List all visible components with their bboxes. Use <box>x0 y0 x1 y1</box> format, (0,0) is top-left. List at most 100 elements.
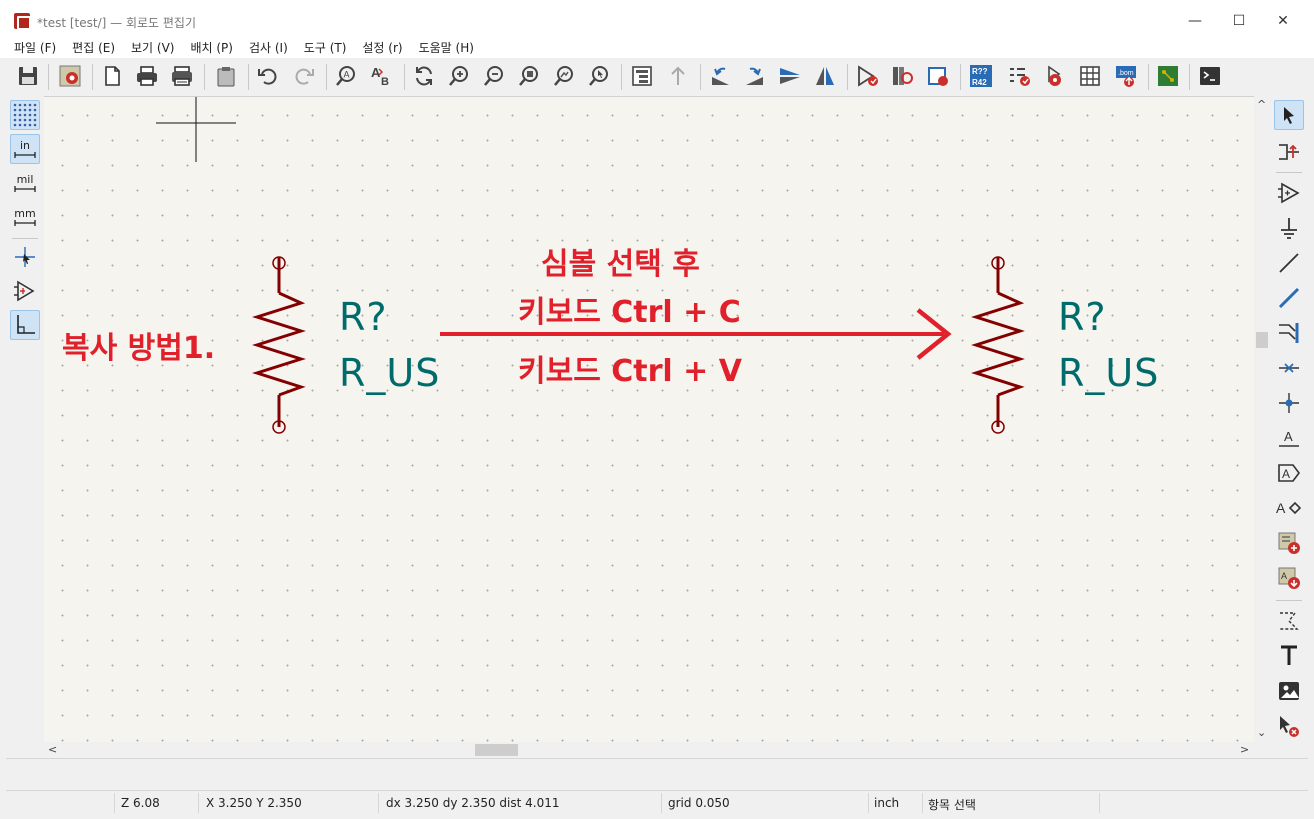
resistor-1-value: R_US <box>339 351 441 395</box>
symbol-fields-table-icon[interactable] <box>1076 62 1104 90</box>
add-wire-icon[interactable] <box>1274 248 1304 278</box>
scroll-right-icon[interactable]: > <box>1240 743 1249 756</box>
hidden-pins-icon[interactable] <box>10 276 40 306</box>
menu-place[interactable]: 배치 (P) <box>182 39 241 56</box>
menu-inspect[interactable]: 검사 (I) <box>241 39 296 56</box>
svg-text:A: A <box>1281 571 1287 581</box>
horizontal-scroll-thumb[interactable] <box>475 744 518 756</box>
eeschema-app-icon <box>14 13 31 30</box>
page-settings-icon[interactable] <box>98 62 126 90</box>
bom-icon[interactable]: .bom <box>1112 62 1140 90</box>
resistor-symbol-1[interactable] <box>252 256 306 434</box>
add-junction-icon[interactable] <box>1274 388 1304 418</box>
no-connect-icon[interactable] <box>1274 353 1304 383</box>
schematic-setup-icon[interactable] <box>56 62 84 90</box>
line-modes-icon[interactable] <box>10 310 40 340</box>
rotate-ccw-icon[interactable] <box>706 62 734 90</box>
status-delta: dx 3.250 dy 2.350 dist 4.011 <box>386 796 560 810</box>
add-hierarchical-label-icon[interactable]: A <box>1274 493 1304 523</box>
pcb-editor-icon[interactable] <box>1154 62 1182 90</box>
svg-text:R??: R?? <box>972 67 988 76</box>
menu-bar: 파일 (F) 편집 (E) 보기 (V) 배치 (P) 검사 (I) 도구 (T… <box>0 37 1314 58</box>
minimize-button[interactable]: — <box>1172 6 1218 36</box>
refresh-icon[interactable] <box>410 62 438 90</box>
resistor-2-reference: R? <box>1058 295 1107 339</box>
annotation-select-symbol: 심볼 선택 후 <box>541 247 700 282</box>
add-text-icon[interactable] <box>1274 641 1304 671</box>
add-label-icon[interactable]: A <box>1274 423 1304 453</box>
window-title: *test [test/] — 회로도 편집기 <box>37 16 196 30</box>
add-global-label-icon[interactable]: A <box>1274 458 1304 488</box>
delete-icon[interactable] <box>1274 711 1304 741</box>
grid-toggle-icon[interactable] <box>10 100 40 130</box>
plot-icon[interactable] <box>168 62 196 90</box>
units-mm-icon[interactable]: mm <box>10 202 40 232</box>
resistor-symbol-2[interactable] <box>971 256 1025 434</box>
leave-sheet-icon[interactable] <box>664 62 692 90</box>
mirror-vertical-icon[interactable] <box>776 62 804 90</box>
svg-text:A: A <box>1284 429 1293 444</box>
crosshair-cursor <box>156 97 236 162</box>
hierarchy-navigator-icon[interactable] <box>628 62 656 90</box>
redo-icon[interactable] <box>290 62 318 90</box>
menu-help[interactable]: 도움말 (H) <box>411 39 482 56</box>
status-bar: Z 6.08 X 3.250 Y 2.350 dx 3.250 dy 2.350… <box>6 790 1308 814</box>
vertical-scrollbar[interactable]: ^ ⌄ <box>1254 96 1270 744</box>
scroll-up-icon[interactable]: ^ <box>1257 98 1266 111</box>
footprint-assignment-icon[interactable] <box>924 62 952 90</box>
import-sheet-pin-icon[interactable]: A <box>1274 563 1304 593</box>
symbol-editor-icon[interactable] <box>854 62 882 90</box>
zoom-fit-icon[interactable] <box>515 62 543 90</box>
status-zoom: Z 6.08 <box>121 796 160 810</box>
rotate-cw-icon[interactable] <box>741 62 769 90</box>
menu-file[interactable]: 파일 (F) <box>6 39 64 56</box>
save-icon[interactable] <box>14 62 42 90</box>
menu-tools[interactable]: 도구 (T) <box>296 39 355 56</box>
menu-edit[interactable]: 편집 (E) <box>64 39 123 56</box>
annotate-icon[interactable]: R?? R42 <box>967 62 995 90</box>
add-image-icon[interactable] <box>1274 676 1304 706</box>
left-options-toolbar: in mil mm <box>6 96 44 786</box>
print-icon[interactable] <box>133 62 161 90</box>
add-symbol-icon[interactable] <box>1274 178 1304 208</box>
find-icon[interactable]: A <box>332 62 360 90</box>
select-icon[interactable] <box>1274 100 1304 130</box>
svg-text:R42: R42 <box>972 78 987 87</box>
units-inch-icon[interactable]: in <box>10 134 40 164</box>
scroll-left-icon[interactable]: < <box>48 743 57 756</box>
menu-preferences[interactable]: 설정 (r) <box>354 39 410 56</box>
maximize-button[interactable]: ☐ <box>1216 6 1262 36</box>
schematic-canvas[interactable]: R? R_US R? R_US 복사 방법1. 심볼 선택 후 키보드 Ctrl… <box>44 96 1254 744</box>
add-bus-icon[interactable] <box>1274 283 1304 313</box>
add-bus-entry-icon[interactable] <box>1274 318 1304 348</box>
add-graphic-line-icon[interactable] <box>1274 606 1304 636</box>
update-from-pcb-icon[interactable] <box>1041 62 1069 90</box>
zoom-objects-icon[interactable] <box>550 62 578 90</box>
mirror-horizontal-icon[interactable] <box>811 62 839 90</box>
find-replace-icon[interactable]: AB <box>368 62 396 90</box>
close-button[interactable]: ✕ <box>1260 6 1306 36</box>
main-toolbar: A AB R?? R42 .bom <box>6 58 1308 96</box>
highlight-net-icon[interactable] <box>1274 136 1304 166</box>
title-bar: *test [test/] — 회로도 편집기 — ☐ ✕ <box>0 0 1314 40</box>
zoom-in-icon[interactable] <box>445 62 473 90</box>
add-sheet-icon[interactable] <box>1274 528 1304 558</box>
vertical-scroll-thumb[interactable] <box>1256 332 1268 348</box>
zoom-selection-icon[interactable] <box>585 62 613 90</box>
erc-icon[interactable] <box>1006 62 1034 90</box>
message-panel <box>6 758 1308 788</box>
menu-view[interactable]: 보기 (V) <box>123 39 182 56</box>
cursor-style-icon[interactable] <box>10 242 40 272</box>
symbol-browser-icon[interactable] <box>889 62 917 90</box>
svg-text:A: A <box>1276 500 1286 516</box>
units-mil-icon[interactable]: mil <box>10 168 40 198</box>
horizontal-scrollbar[interactable]: < > <box>44 742 1254 758</box>
annotation-ctrl-c: 키보드 Ctrl + C <box>518 295 741 330</box>
paste-icon[interactable] <box>212 62 240 90</box>
resistor-1-reference: R? <box>339 295 388 339</box>
zoom-out-icon[interactable] <box>480 62 508 90</box>
scripting-console-icon[interactable] <box>1196 62 1224 90</box>
add-power-icon[interactable] <box>1274 213 1304 243</box>
scroll-down-icon[interactable]: ⌄ <box>1257 726 1266 739</box>
undo-icon[interactable] <box>254 62 282 90</box>
